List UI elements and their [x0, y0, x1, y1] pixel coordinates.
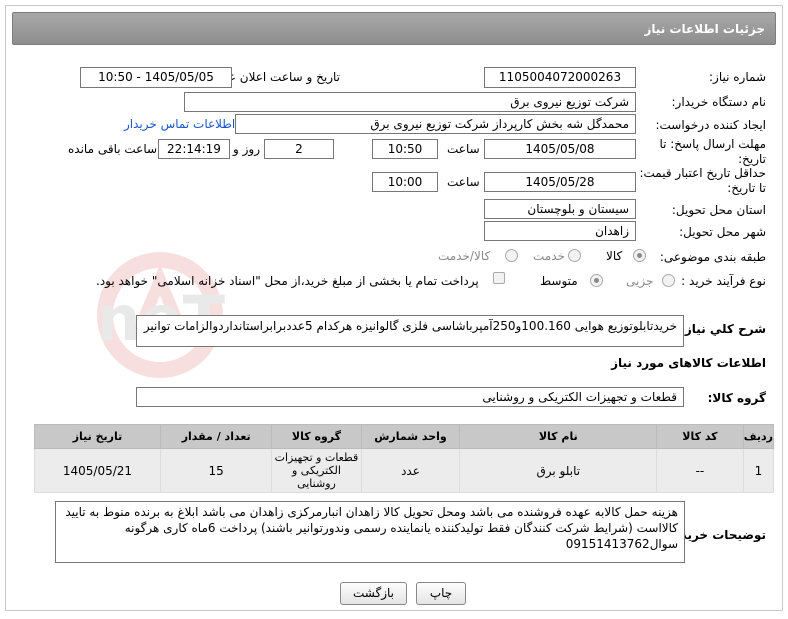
cell-date: 1405/05/21 [34, 448, 161, 493]
creator-label: ایجاد کننده درخواست: [655, 118, 766, 132]
creator-field: محمدگل شه بخش کارپرداز شرکت توزیع نیروی … [235, 114, 636, 134]
goods-table: ردیف کد کالا نام کالا واحد شمارش گروه کا… [34, 424, 775, 493]
buyer-contact-link[interactable]: اطلاعات تماس خریدار [124, 117, 235, 131]
payment-note: پرداخت تمام یا بخشی از مبلغ خرید،از محل … [96, 274, 479, 288]
province-label: استان محل تحویل: [671, 203, 766, 217]
purchase-label: نوع فرآیند خرید : [681, 274, 766, 288]
deadline-label: مهلت ارسال پاسخ: تا تاریخ: [659, 137, 766, 166]
need-number-field: 1105004072000263 [484, 67, 636, 88]
goods-group-field: قطعات و تجهیزات الکتریکی و روشنایی [136, 387, 684, 407]
city-field: زاهدان [484, 221, 636, 241]
need-number-label: شماره نیاز: [709, 70, 766, 84]
goods-group-label: گروه کالا: [707, 391, 766, 405]
print-button[interactable]: چاپ [416, 582, 466, 605]
announce-field: 1405/05/05 - 10:50 [80, 67, 232, 88]
col-date: تاریخ نیاز [34, 424, 161, 449]
validity-time-field: 10:00 [372, 172, 438, 192]
summary-field: خریدتابلوتوزیع هوایی 100.160و250آمپرباشا… [136, 315, 684, 347]
cell-qty: 15 [159, 448, 273, 493]
days-field: 2 [264, 139, 334, 159]
col-qty: تعداد / مقدار [159, 424, 273, 449]
deadline-time-field: 10:50 [372, 139, 438, 159]
summary-label: شرح کلي نياز: [680, 322, 766, 336]
deadline-time-label: ساعت [447, 142, 480, 156]
col-unit: واحد شمارش [360, 424, 461, 449]
remaining-time-field: 22:14:19 [158, 139, 230, 159]
table-row[interactable]: 1 -- تابلو برق عدد قطعات و تجهیزات الکتر… [34, 448, 775, 493]
cell-code: -- [656, 448, 744, 493]
payment-checkbox[interactable] [493, 272, 505, 284]
province-field: سیستان و بلوچستان [484, 199, 636, 219]
purchase-minor-radio[interactable] [662, 274, 675, 287]
page-title: جزئیات اطلاعات نیاز [644, 22, 765, 36]
category-goods-service-label: کالا/خدمت [438, 249, 491, 263]
col-group: گروه کالا [271, 424, 362, 449]
validity-date-field: 1405/05/28 [484, 172, 636, 192]
deadline-date-field: 1405/05/08 [484, 139, 636, 159]
validity-label: حداقل تاریخ اعتبار قیمت: تا تاریخ: [639, 166, 766, 195]
category-service-radio[interactable] [568, 249, 581, 262]
purchase-medium-label: متوسط [540, 274, 578, 288]
cell-name: تابلو برق [459, 448, 658, 493]
days-label: روز و [233, 142, 260, 156]
buyer-org-field: شرکت توزیع نیروی برق [184, 92, 636, 112]
table-header-row: ردیف کد کالا نام کالا واحد شمارش گروه کا… [34, 424, 775, 449]
col-name: نام کالا [459, 424, 658, 449]
remaining-label: ساعت باقی مانده [68, 142, 158, 156]
purchase-minor-label: جزیی [626, 274, 654, 288]
category-goods-radio[interactable] [633, 249, 646, 262]
back-button[interactable]: بازگشت [340, 582, 407, 605]
cell-group: قطعات و تجهیزات الکتریکی و روشنایی [271, 448, 362, 493]
city-label: شهر محل تحویل: [679, 225, 766, 239]
cell-index: 1 [742, 448, 775, 493]
category-label: طبقه بندی موضوعی: [659, 250, 766, 264]
buyer-notes-field: هزینه حمل کالابه عهده فروشنده می باشد وم… [55, 501, 685, 563]
goods-section-title: اطلاعات کالاهای مورد نیاز [611, 356, 766, 370]
cell-unit: عدد [360, 448, 461, 493]
col-index: ردیف [742, 424, 775, 449]
purchase-medium-radio[interactable] [590, 274, 603, 287]
validity-time-label: ساعت [447, 175, 480, 189]
category-service-label: خدمت [533, 249, 565, 263]
category-goods-service-radio[interactable] [505, 249, 518, 262]
buyer-org-label: نام دستگاه خریدار: [671, 95, 767, 109]
col-code: کد کالا [656, 424, 744, 449]
page-header: جزئیات اطلاعات نیاز [12, 12, 776, 45]
category-goods-label: کالا [606, 249, 623, 263]
